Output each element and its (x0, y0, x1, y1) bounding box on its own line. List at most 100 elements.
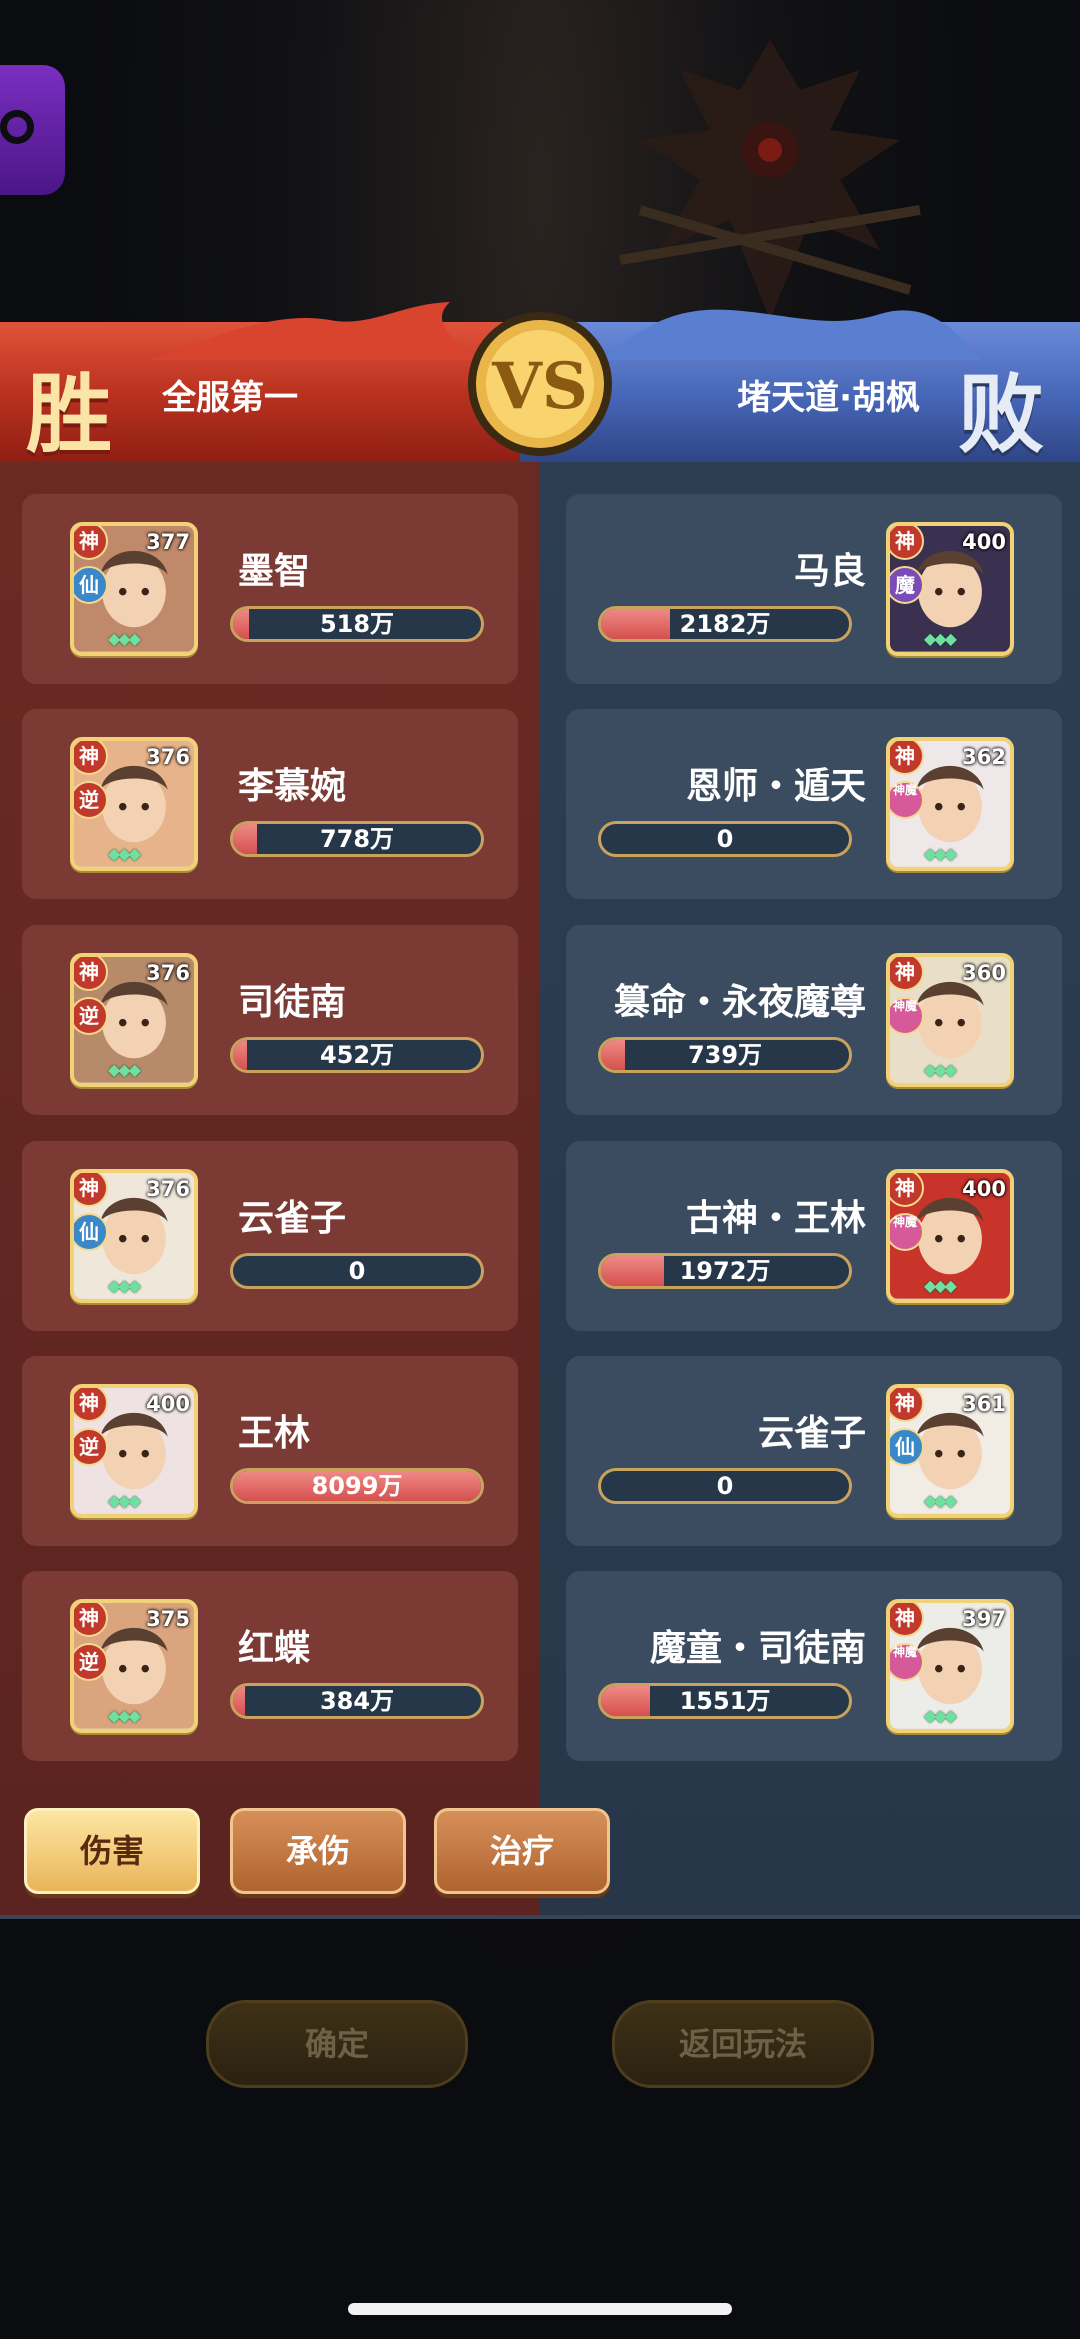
god-rank-badge: 神 (890, 1173, 924, 1207)
gem-stars-icon: ◆◆◆ (108, 1706, 141, 1725)
faction-badge: 逆 (74, 1643, 108, 1681)
lose-mark: 败 (958, 364, 1044, 465)
damage-bar: 1972万 (598, 1253, 852, 1289)
god-rank-badge: 神 (74, 957, 108, 991)
hero-level: 376 (146, 745, 190, 769)
hero-portrait[interactable]: 376 神仙 ◆◆◆ (70, 1169, 198, 1303)
damage-value: 0 (348, 1257, 366, 1285)
hero-level: 397 (962, 1607, 1006, 1631)
faction-badge: 魔 (890, 566, 924, 604)
back-to-mode-button[interactable]: 返回玩法 (612, 2000, 874, 2088)
hero-level: 375 (146, 1607, 190, 1631)
hero-name: 篡命・永夜魔尊 (613, 982, 866, 1023)
faction-badge: 神魔 (890, 781, 924, 819)
divider (0, 1915, 1080, 1919)
tab-damage-taken[interactable]: 承伤 (230, 1808, 406, 1894)
hero-name: 马良 (793, 551, 866, 592)
hero-portrait[interactable]: 376 神逆 ◆◆◆ (70, 953, 198, 1087)
damage-bar: 778万 (230, 821, 484, 857)
faction-badge: 仙 (74, 566, 108, 604)
god-rank-badge: 神 (74, 741, 108, 775)
damage-value: 1972万 (679, 1257, 771, 1285)
hero-name: 红蝶 (238, 1628, 311, 1669)
result-banner: 胜 全服第一 堵天道·胡枫 败 VS (0, 300, 1080, 465)
hero-portrait[interactable]: 362 神神魔 ◆◆◆ (886, 737, 1014, 871)
faction-badge: 逆 (74, 997, 108, 1035)
loser-hero-card[interactable]: 360 神神魔 ◆◆◆ 篡命・永夜魔尊 739万 (566, 925, 1062, 1115)
side-menu-button[interactable] (0, 65, 65, 195)
winner-hero-card[interactable]: 400 神逆 ◆◆◆ 王林 8099万 (22, 1356, 518, 1546)
damage-value: 518万 (319, 610, 395, 638)
winner-hero-card[interactable]: 375 神逆 ◆◆◆ 红蝶 384万 (22, 1571, 518, 1761)
damage-bar: 384万 (230, 1683, 484, 1719)
confirm-button[interactable]: 确定 (206, 2000, 468, 2088)
hero-level: 376 (146, 1177, 190, 1201)
gem-stars-icon: ◆◆◆ (924, 629, 957, 648)
damage-value: 2182万 (679, 610, 771, 638)
winner-hero-card[interactable]: 376 神逆 ◆◆◆ 司徒南 452万 (22, 925, 518, 1115)
damage-value: 739万 (687, 1041, 763, 1069)
damage-bar: 8099万 (230, 1468, 484, 1504)
hero-name: 司徒南 (238, 982, 347, 1023)
gem-stars-icon: ◆◆◆ (108, 1060, 141, 1079)
hero-portrait[interactable]: 400 神逆 ◆◆◆ (70, 1384, 198, 1518)
loser-hero-card[interactable]: 400 神魔 ◆◆◆ 马良 2182万 (566, 494, 1062, 684)
winner-hero-card[interactable]: 376 神仙 ◆◆◆ 云雀子 0 (22, 1141, 518, 1331)
loser-hero-card[interactable]: 400 神神魔 ◆◆◆ 古神・王林 1972万 (566, 1141, 1062, 1331)
god-rank-badge: 神 (890, 1603, 924, 1637)
hero-portrait[interactable]: 377 神仙 ◆◆◆ (70, 522, 198, 656)
winner-hero-card[interactable]: 377 神仙 ◆◆◆ 墨智 518万 (22, 494, 518, 684)
damage-bar: 739万 (598, 1037, 852, 1073)
boss-silhouette-decoration (619, 40, 921, 320)
god-rank-badge: 神 (890, 741, 924, 775)
faction-badge: 逆 (74, 781, 108, 819)
hero-portrait[interactable]: 397 神神魔 ◆◆◆ (886, 1599, 1014, 1733)
hero-level: 377 (146, 530, 190, 554)
gem-stars-icon: ◆◆◆ (108, 1276, 141, 1295)
vs-text: VS (491, 349, 588, 424)
gem-stars-icon: ◆◆◆ (924, 1706, 957, 1725)
winner-hero-card[interactable]: 376 神逆 ◆◆◆ 李慕婉 778万 (22, 709, 518, 899)
damage-value: 1551万 (679, 1687, 771, 1715)
gem-stars-icon: ◆◆◆ (924, 1060, 957, 1079)
hero-portrait[interactable]: 360 神神魔 ◆◆◆ (886, 953, 1014, 1087)
hero-portrait[interactable]: 376 神逆 ◆◆◆ (70, 737, 198, 871)
hero-portrait[interactable]: 375 神逆 ◆◆◆ (70, 1599, 198, 1733)
gem-stars-icon: ◆◆◆ (108, 1491, 141, 1510)
damage-value: 0 (716, 1472, 734, 1500)
god-rank-badge: 神 (890, 957, 924, 991)
god-rank-badge: 神 (74, 526, 108, 560)
faction-badge: 仙 (890, 1428, 924, 1466)
vs-badge: VS (468, 312, 612, 456)
gem-stars-icon: ◆◆◆ (924, 1491, 957, 1510)
faction-badge: 逆 (74, 1428, 108, 1466)
menu-ring-icon (0, 110, 34, 144)
right-player-name: 堵天道·胡枫 (737, 378, 920, 418)
damage-bar: 452万 (230, 1037, 484, 1073)
loser-hero-card[interactable]: 361 神仙 ◆◆◆ 云雀子 0 (566, 1356, 1062, 1546)
damage-bar: 518万 (230, 606, 484, 642)
faction-badge: 仙 (74, 1213, 108, 1251)
hero-name: 云雀子 (757, 1413, 866, 1454)
hero-portrait[interactable]: 361 神仙 ◆◆◆ (886, 1384, 1014, 1518)
hero-name: 魔童・司徒南 (649, 1628, 866, 1669)
loser-hero-card[interactable]: 397 神神魔 ◆◆◆ 魔童・司徒南 1551万 (566, 1571, 1062, 1761)
tab-healing[interactable]: 治疗 (434, 1808, 610, 1894)
hero-name: 墨智 (238, 551, 311, 592)
loser-hero-card[interactable]: 362 神神魔 ◆◆◆ 恩师・遁天 0 (566, 709, 1062, 899)
hero-portrait[interactable]: 400 神魔 ◆◆◆ (886, 522, 1014, 656)
damage-bar: 0 (598, 821, 852, 857)
hero-level: 360 (962, 961, 1006, 985)
damage-bar: 0 (230, 1253, 484, 1289)
blue-flame-decoration (600, 309, 980, 360)
battle-result-screen: 胜 全服第一 堵天道·胡枫 败 VS 377 神仙 ◆◆◆ 墨智 518万 400 神魔 ◆◆… (0, 0, 1080, 2339)
tab-damage[interactable]: 伤害 (24, 1808, 200, 1894)
hero-level: 400 (962, 1177, 1006, 1201)
gem-stars-icon: ◆◆◆ (108, 629, 141, 648)
faction-badge: 神魔 (890, 1213, 924, 1251)
home-indicator[interactable] (348, 2303, 732, 2315)
left-player-name: 全服第一 (162, 378, 298, 418)
hero-name: 恩师・遁天 (685, 766, 866, 807)
hero-portrait[interactable]: 400 神神魔 ◆◆◆ (886, 1169, 1014, 1303)
hero-level: 400 (962, 530, 1006, 554)
